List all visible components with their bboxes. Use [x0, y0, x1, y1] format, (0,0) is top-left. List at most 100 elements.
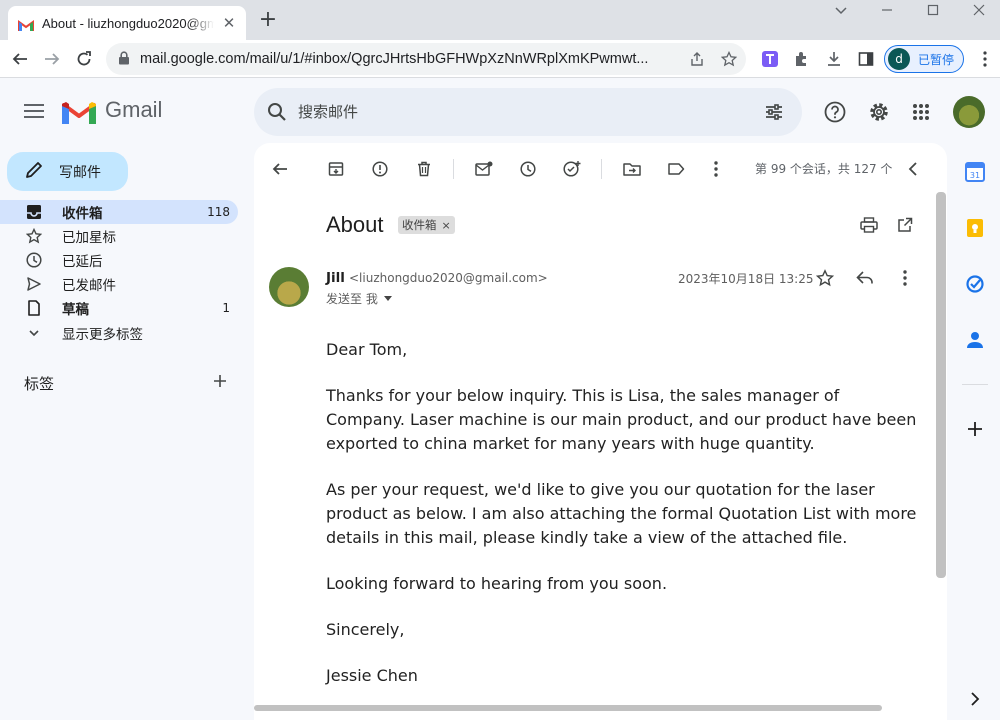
- draft-count: 1: [222, 301, 230, 315]
- message-body: Dear Tom, Thanks for your below inquiry.…: [326, 338, 921, 710]
- close-window-button[interactable]: [956, 0, 1000, 20]
- sent-to-text: 发送至 我: [326, 292, 378, 306]
- unread-count: 118: [207, 205, 230, 219]
- contacts-icon[interactable]: [964, 329, 986, 351]
- body-paragraph: As per your request, we'd like to give y…: [326, 480, 917, 547]
- main-menu-icon[interactable]: [22, 100, 46, 124]
- more-options-icon[interactable]: [704, 157, 728, 181]
- sidebar-item-snoozed[interactable]: 已延后: [0, 248, 238, 272]
- search-options-icon[interactable]: [761, 99, 787, 125]
- sidebar-item-label: 收件箱: [62, 206, 103, 222]
- keep-icon[interactable]: [964, 217, 986, 239]
- maximize-button[interactable]: [910, 0, 956, 20]
- calendar-icon[interactable]: 31: [964, 161, 986, 183]
- settings-gear-icon[interactable]: [866, 99, 892, 125]
- compose-button[interactable]: 写邮件: [7, 152, 128, 191]
- translate-extension-icon[interactable]: [757, 46, 783, 72]
- inbox-label-chip[interactable]: 收件箱 ×: [398, 216, 455, 234]
- horizontal-scrollbar[interactable]: [254, 705, 882, 711]
- report-spam-icon[interactable]: [368, 157, 392, 181]
- sidebar-item-drafts[interactable]: 草稿 1: [0, 296, 238, 320]
- recipient-details[interactable]: 发送至 我: [326, 290, 392, 307]
- reload-icon[interactable]: [71, 46, 97, 72]
- sidebar-item-inbox[interactable]: 收件箱 118: [0, 200, 238, 224]
- sidebar-item-label: 草稿: [62, 302, 89, 318]
- search-icon[interactable]: [264, 99, 290, 125]
- add-to-tasks-icon[interactable]: [560, 157, 584, 181]
- extensions-puzzle-icon[interactable]: [789, 46, 815, 72]
- toolbar-divider: [453, 159, 454, 179]
- sender-name[interactable]: Jill: [326, 270, 345, 286]
- apps-grid-icon[interactable]: [908, 99, 934, 125]
- side-panel-icon[interactable]: [853, 46, 879, 72]
- vertical-scrollbar[interactable]: [936, 192, 946, 578]
- forward-arrow-icon[interactable]: [39, 46, 65, 72]
- body-paragraph: Thanks for your below inquiry. This is L…: [326, 386, 917, 453]
- back-to-inbox-icon[interactable]: [268, 157, 292, 181]
- mark-unread-icon[interactable]: [472, 157, 496, 181]
- side-panel-divider: [962, 384, 988, 385]
- gmail-wordmark[interactable]: Gmail: [105, 97, 162, 123]
- label-chip-text: 收件箱: [402, 218, 437, 232]
- send-icon: [26, 276, 42, 292]
- sidebar-item-label: 已发邮件: [62, 278, 116, 294]
- browser-tab[interactable]: About - liuzhongduo2020@gmail.com ✕: [8, 6, 246, 40]
- open-in-new-window-icon[interactable]: [893, 213, 917, 237]
- add-addon-icon[interactable]: [964, 418, 986, 440]
- sidebar-item-more[interactable]: 显示更多标签: [0, 321, 238, 345]
- message-subject: About: [326, 212, 384, 237]
- lock-icon: [118, 50, 130, 69]
- browser-menu-icon[interactable]: [972, 46, 998, 72]
- remove-label-icon[interactable]: ×: [442, 219, 451, 232]
- sidebar-item-sent[interactable]: 已发邮件: [0, 272, 238, 296]
- download-icon[interactable]: [821, 46, 847, 72]
- search-bar: [254, 88, 802, 136]
- help-icon[interactable]: [822, 99, 848, 125]
- add-label-icon[interactable]: [210, 371, 230, 391]
- sidebar-item-label: 已延后: [62, 254, 103, 270]
- new-tab-button[interactable]: +: [258, 9, 278, 31]
- profile-avatar: d: [888, 48, 910, 70]
- message-more-icon[interactable]: [893, 266, 917, 290]
- profile-status: 已暂停: [918, 52, 955, 67]
- move-to-icon[interactable]: [620, 157, 644, 181]
- star-icon: [26, 228, 42, 244]
- pencil-icon: [25, 161, 43, 183]
- minimize-button[interactable]: [864, 0, 910, 20]
- back-arrow-icon[interactable]: [7, 46, 33, 72]
- svg-text:31: 31: [970, 171, 980, 180]
- sender-email: <liuzhongduo2020@gmail.com>: [349, 271, 548, 285]
- expand-side-panel-icon[interactable]: [964, 688, 986, 710]
- archive-icon[interactable]: [324, 157, 348, 181]
- body-greeting: Dear Tom,: [326, 340, 408, 359]
- sidebar-item-label: 显示更多标签: [62, 327, 143, 343]
- body-signature: Jessie Chen: [326, 666, 418, 685]
- tab-search-chevron-icon[interactable]: [818, 0, 864, 20]
- reply-icon[interactable]: [853, 266, 877, 290]
- star-message-icon[interactable]: [813, 266, 837, 290]
- snooze-icon[interactable]: [516, 157, 540, 181]
- inbox-icon: [26, 204, 42, 220]
- previous-conversation-icon[interactable]: [901, 157, 925, 181]
- search-input[interactable]: [298, 100, 718, 124]
- sender-avatar[interactable]: [269, 267, 309, 307]
- clock-icon: [26, 252, 42, 268]
- address-bar[interactable]: mail.google.com/mail/u/1/#inbox/QgrcJHrt…: [106, 43, 746, 75]
- account-avatar[interactable]: [953, 96, 985, 128]
- profile-button[interactable]: d 已暂停: [884, 45, 964, 73]
- tab-close-icon[interactable]: ✕: [220, 14, 238, 32]
- gmail-header: Gmail: [0, 79, 1000, 143]
- browser-tab-strip: About - liuzhongduo2020@gmail.com ✕ +: [0, 0, 1000, 40]
- share-icon[interactable]: [688, 50, 706, 68]
- print-icon[interactable]: [857, 213, 881, 237]
- gmail-logo-icon[interactable]: [62, 100, 96, 126]
- bookmark-star-icon[interactable]: [720, 50, 738, 68]
- sidebar-item-starred[interactable]: 已加星标: [0, 224, 238, 248]
- label-tag-icon[interactable]: [664, 157, 688, 181]
- tasks-icon[interactable]: [964, 273, 986, 295]
- draft-icon: [26, 300, 42, 316]
- delete-icon[interactable]: [412, 157, 436, 181]
- message-date: 2023年10月18日 13:25: [678, 272, 814, 286]
- message-panel: 第 99 个会话，共 127 个 About 收件箱 × Jill <liuzh…: [254, 143, 947, 720]
- labels-heading: 标签: [24, 375, 55, 393]
